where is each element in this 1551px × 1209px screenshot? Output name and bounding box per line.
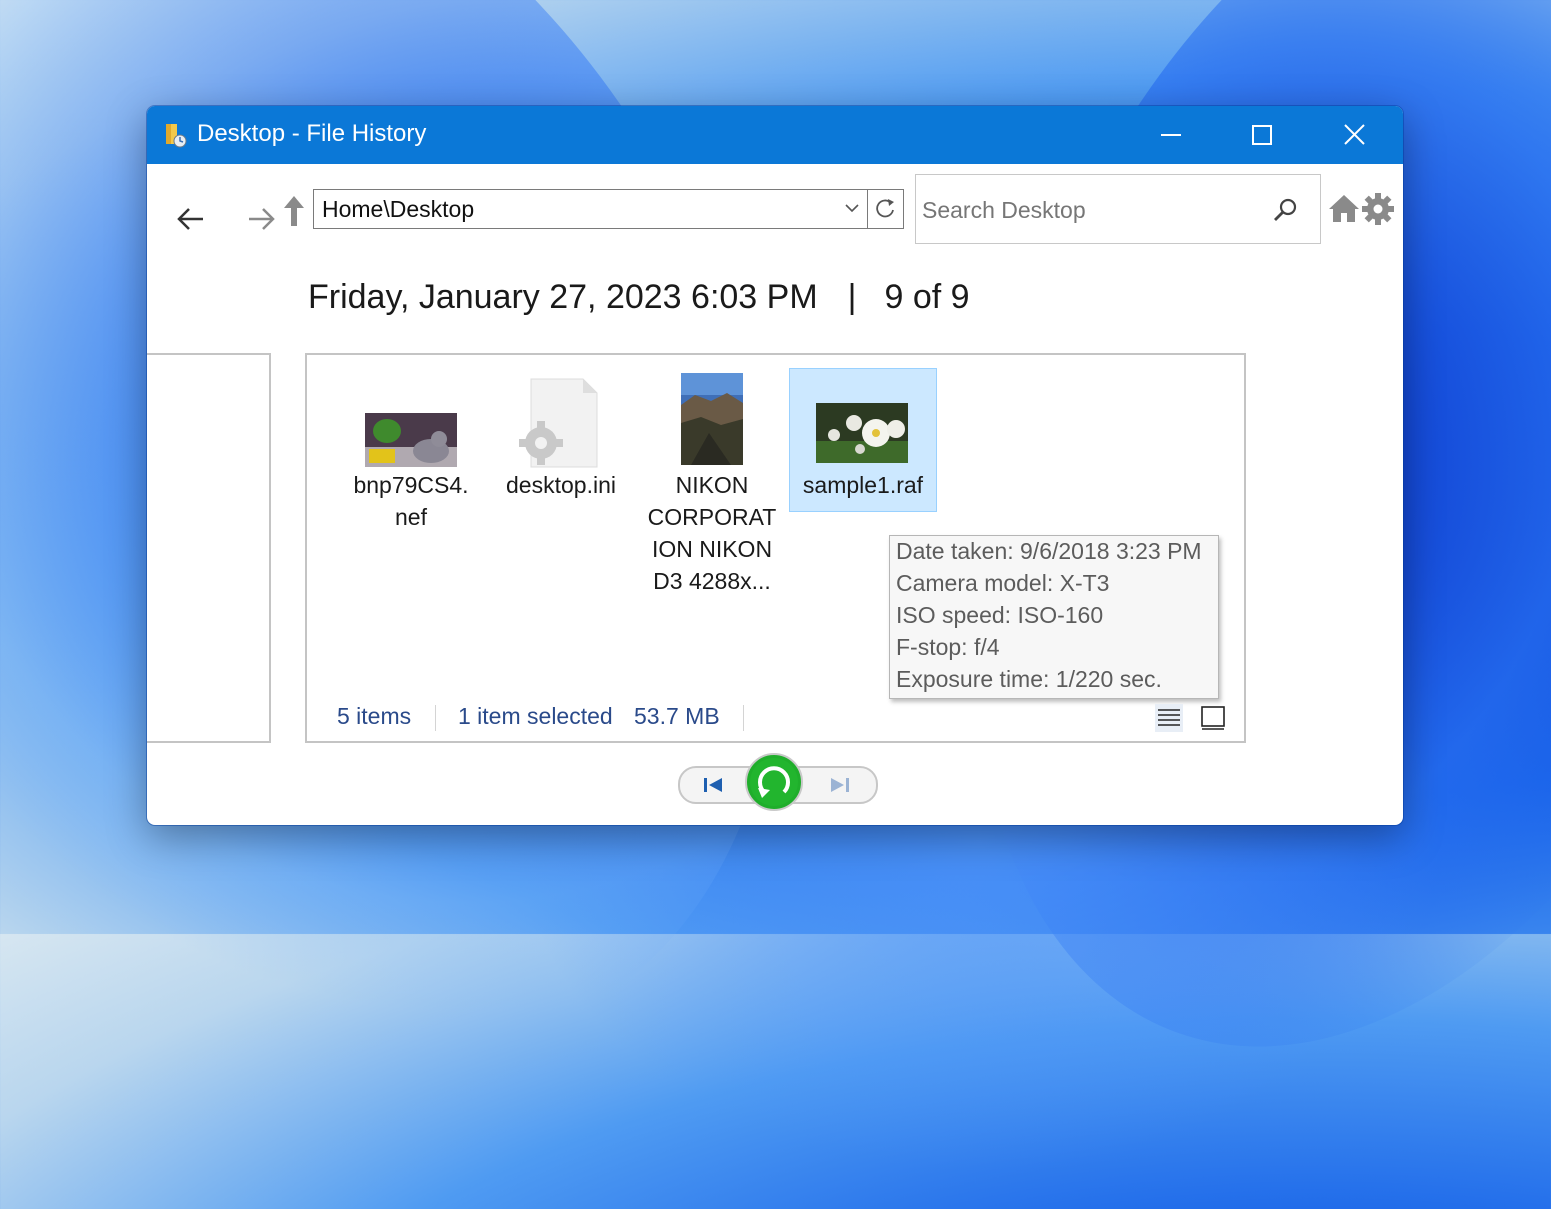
address-bar[interactable]: Home\Desktop xyxy=(313,189,868,229)
refresh-button[interactable] xyxy=(867,189,904,229)
title-bar[interactable]: Desktop - File History xyxy=(147,106,1403,164)
close-button[interactable] xyxy=(1309,106,1401,164)
photo-thumbnail xyxy=(681,373,743,465)
file-history-icon xyxy=(166,124,187,148)
previous-version-button[interactable] xyxy=(696,770,730,800)
file-name-line: ION NIKON xyxy=(651,536,773,562)
search-icon[interactable] xyxy=(1272,197,1298,223)
tooltip-line: F-stop: f/4 xyxy=(896,634,1000,660)
details-view-icon[interactable] xyxy=(1155,704,1183,732)
file-item-desktop-ini[interactable]: desktop.ini xyxy=(487,365,635,505)
status-divider xyxy=(435,705,436,731)
home-icon[interactable] xyxy=(1328,192,1360,224)
selection-count: 1 item selected xyxy=(458,703,613,729)
file-name-line: desktop.ini xyxy=(506,472,616,498)
file-name-line: nef xyxy=(395,504,427,530)
up-arrow-icon[interactable] xyxy=(283,194,305,228)
settings-file-icon xyxy=(519,378,598,468)
search-placeholder: Search Desktop xyxy=(922,197,1086,223)
file-info-tooltip: Date taken: 9/6/2018 3:23 PM Camera mode… xyxy=(889,535,1219,699)
back-arrow-icon[interactable] xyxy=(171,202,211,236)
minimize-button[interactable] xyxy=(1125,106,1217,164)
status-divider xyxy=(743,705,744,731)
chevron-down-icon[interactable] xyxy=(842,198,862,218)
tooltip-line: Exposure time: 1/220 sec. xyxy=(896,666,1162,692)
search-box[interactable]: Search Desktop xyxy=(915,174,1321,244)
restore-button[interactable] xyxy=(744,752,804,812)
next-version-button[interactable] xyxy=(823,770,857,800)
snapshot-header: Friday, January 27, 2023 6:03 PM | 9 of 9 xyxy=(308,278,970,317)
tooltip-line: ISO speed: ISO-160 xyxy=(896,602,1104,628)
maximize-button[interactable] xyxy=(1216,106,1308,164)
file-history-window: Desktop - File History Home\Desktop Sear… xyxy=(147,106,1403,825)
tooltip-line: Date taken: 9/6/2018 3:23 PM xyxy=(896,538,1202,564)
file-name-line: D3 4288x... xyxy=(653,568,771,594)
selection-size: 53.7 MB xyxy=(634,703,720,729)
item-count: 5 items xyxy=(337,703,412,729)
snapshot-date: Friday, January 27, 2023 6:03 PM xyxy=(308,278,818,316)
file-list-pane[interactable]: bnp79CS4. nef desktop.ini NIKON CORPORAT… xyxy=(305,353,1246,743)
window-title: Desktop - File History xyxy=(197,120,427,147)
file-name-line: bnp79CS4. xyxy=(353,472,469,498)
address-text: Home\Desktop xyxy=(322,196,475,222)
previous-snapshot-pane[interactable] xyxy=(147,353,271,743)
snapshot-position: 9 of 9 xyxy=(884,278,970,316)
file-item-sample1[interactable]: sample1.raf xyxy=(789,368,937,512)
photo-thumbnail xyxy=(365,413,457,467)
file-name-line: CORPORAT xyxy=(647,504,777,530)
file-name-line: sample1.raf xyxy=(802,472,924,498)
file-item-nikon[interactable]: NIKON CORPORAT ION NIKON D3 4288x... xyxy=(638,365,786,605)
gear-icon[interactable] xyxy=(1361,192,1395,226)
file-name-line: NIKON xyxy=(675,472,749,498)
header-separator: | xyxy=(847,278,857,316)
forward-arrow-icon[interactable] xyxy=(241,202,281,236)
large-icons-view-icon[interactable] xyxy=(1199,704,1227,732)
file-item-bnp79CS4[interactable]: bnp79CS4. nef xyxy=(337,365,485,535)
photo-thumbnail xyxy=(816,403,908,463)
tooltip-line: Camera model: X-T3 xyxy=(896,570,1110,596)
